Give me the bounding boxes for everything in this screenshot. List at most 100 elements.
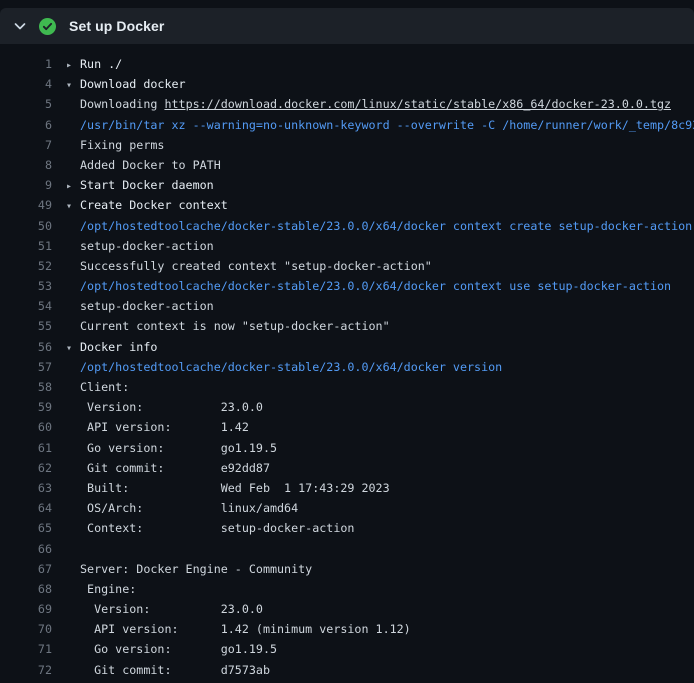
line-content: Git commit: e92dd87 xyxy=(52,458,270,478)
line-number[interactable]: 70 xyxy=(0,619,52,639)
line-number[interactable]: 53 xyxy=(0,276,52,296)
line-content: Current context is now "setup-docker-act… xyxy=(52,316,390,336)
log-line: 64 OS/Arch: linux/amd64 xyxy=(0,498,694,518)
log-line: 57/opt/hostedtoolcache/docker-stable/23.… xyxy=(0,357,694,377)
log-line: 67 Server: Docker Engine - Community xyxy=(0,559,694,579)
log-text-segment: Git commit: e92dd87 xyxy=(80,461,270,475)
line-number[interactable]: 9 xyxy=(0,175,52,195)
log-text-segment: API version: 1.42 xyxy=(80,420,249,434)
line-number[interactable]: 63 xyxy=(0,478,52,498)
line-number[interactable]: 56 xyxy=(0,337,52,357)
line-content: Context: setup-docker-action xyxy=(52,518,354,538)
log-text-segment: Docker info xyxy=(80,340,157,354)
line-content: API version: 1.42 xyxy=(52,417,249,437)
actions-log-viewer: Set up Docker 1▸Run ./4▾Download docker5… xyxy=(0,8,694,683)
log-group-line[interactable]: 49▾Create Docker context xyxy=(0,195,694,215)
log-line: 62 Git commit: e92dd87 xyxy=(0,458,694,478)
log-line: 55 Current context is now "setup-docker-a… xyxy=(0,316,694,336)
line-number[interactable]: 52 xyxy=(0,256,52,276)
line-number[interactable]: 54 xyxy=(0,296,52,316)
step-title: Set up Docker xyxy=(69,18,164,34)
log-line: 8Added Docker to PATH xyxy=(0,155,694,175)
log-text-segment: Server: Docker Engine - Community xyxy=(80,562,312,576)
log-text-segment: Run ./ xyxy=(80,57,122,71)
log-text-segment: setup-docker-action xyxy=(80,299,214,313)
line-content: setup-docker-action xyxy=(52,296,214,316)
log-text-segment: Built: Wed Feb 1 17:43:29 2023 xyxy=(80,481,390,495)
line-content: setup-docker-action xyxy=(52,236,214,256)
line-content: Successfully created context "setup-dock… xyxy=(52,256,432,276)
log-text-segment: Version: 23.0.0 xyxy=(80,602,263,616)
line-number[interactable]: 60 xyxy=(0,417,52,437)
log-group-line[interactable]: 9 ▸Start Docker daemon xyxy=(0,175,694,195)
line-content: ▸Run ./ xyxy=(52,54,122,74)
log-text-segment: Git commit: d7573ab xyxy=(80,663,270,677)
line-number[interactable]: 61 xyxy=(0,438,52,458)
log-text-segment: API version: 1.42 (minimum version 1.12) xyxy=(80,622,411,636)
line-number[interactable]: 67 xyxy=(0,559,52,579)
line-number[interactable]: 68 xyxy=(0,579,52,599)
step-header[interactable]: Set up Docker xyxy=(0,8,694,44)
line-number[interactable]: 50 xyxy=(0,216,52,236)
line-number[interactable]: 7 xyxy=(0,135,52,155)
log-text-segment: Version: 23.0.0 xyxy=(80,400,263,414)
log-text-segment: Current context is now "setup-docker-act… xyxy=(80,319,390,333)
log-line: 65 Context: setup-docker-action xyxy=(0,518,694,538)
line-number[interactable]: 62 xyxy=(0,458,52,478)
line-content: /opt/hostedtoolcache/docker-stable/23.0.… xyxy=(52,357,502,377)
log-line: 53/opt/hostedtoolcache/docker-stable/23.… xyxy=(0,276,694,296)
log-group-line[interactable]: 56 ▾Docker info xyxy=(0,337,694,357)
log-line: 52Successfully created context "setup-do… xyxy=(0,256,694,276)
line-content: Added Docker to PATH xyxy=(52,155,221,175)
log-line: 69 Version: 23.0.0 xyxy=(0,599,694,619)
line-number[interactable]: 1 xyxy=(0,54,52,74)
line-number[interactable]: 58 xyxy=(0,377,52,397)
log-link[interactable]: https://download.docker.com/linux/static… xyxy=(164,97,671,111)
log-text-segment: Start Docker daemon xyxy=(80,178,214,192)
log-text-segment: OS/Arch: linux/amd64 xyxy=(80,501,298,515)
log-line: 68 Engine: xyxy=(0,579,694,599)
chevron-down-icon[interactable] xyxy=(12,18,28,34)
chevron-expanded-icon[interactable]: ▾ xyxy=(66,339,80,357)
chevron-expanded-icon[interactable]: ▾ xyxy=(66,76,80,94)
log-text-segment: /usr/bin/tar xz --warning=no-unknown-key… xyxy=(80,118,694,132)
line-content: Version: 23.0.0 xyxy=(52,599,263,619)
line-content: OS/Arch: linux/amd64 xyxy=(52,498,298,518)
log-text-segment: /opt/hostedtoolcache/docker-stable/23.0.… xyxy=(80,360,502,374)
line-number[interactable]: 49 xyxy=(0,195,52,215)
line-content: /opt/hostedtoolcache/docker-stable/23.0.… xyxy=(52,276,671,296)
line-number[interactable]: 64 xyxy=(0,498,52,518)
line-content: /usr/bin/tar xz --warning=no-unknown-key… xyxy=(52,115,694,135)
line-number[interactable]: 51 xyxy=(0,236,52,256)
log-group-line[interactable]: 1▸Run ./ xyxy=(0,54,694,74)
line-number[interactable]: 72 xyxy=(0,660,52,680)
line-number[interactable]: 71 xyxy=(0,639,52,659)
line-number[interactable]: 8 xyxy=(0,155,52,175)
line-content: Go version: go1.19.5 xyxy=(52,438,277,458)
line-content: Git commit: d7573ab xyxy=(52,660,270,680)
log-text-segment: setup-docker-action xyxy=(80,239,214,253)
line-number[interactable]: 6 xyxy=(0,115,52,135)
log-line: 51 setup-docker-action xyxy=(0,236,694,256)
log-line: 54 setup-docker-action xyxy=(0,296,694,316)
line-number[interactable]: 5 xyxy=(0,94,52,114)
log-text-segment: Fixing perms xyxy=(80,138,164,152)
log-line: 7 Fixing perms xyxy=(0,135,694,155)
line-number[interactable]: 65 xyxy=(0,518,52,538)
line-number[interactable]: 4 xyxy=(0,74,52,94)
line-content: Engine: xyxy=(52,579,136,599)
log-line: 72 Git commit: d7573ab xyxy=(0,660,694,680)
line-number[interactable]: 57 xyxy=(0,357,52,377)
chevron-collapsed-icon[interactable]: ▸ xyxy=(66,177,80,195)
log-text-segment: Context: setup-docker-action xyxy=(80,521,354,535)
log-text-segment: /opt/hostedtoolcache/docker-stable/23.0.… xyxy=(80,219,692,233)
line-number[interactable]: 69 xyxy=(0,599,52,619)
log-group-line[interactable]: 4▾Download docker xyxy=(0,74,694,94)
line-number[interactable]: 66 xyxy=(0,539,52,559)
chevron-expanded-icon[interactable]: ▾ xyxy=(66,197,80,215)
line-content: API version: 1.42 (minimum version 1.12) xyxy=(52,619,411,639)
line-number[interactable]: 59 xyxy=(0,397,52,417)
line-number[interactable]: 55 xyxy=(0,316,52,336)
log-line: 61 Go version: go1.19.5 xyxy=(0,438,694,458)
chevron-collapsed-icon[interactable]: ▸ xyxy=(66,56,80,74)
